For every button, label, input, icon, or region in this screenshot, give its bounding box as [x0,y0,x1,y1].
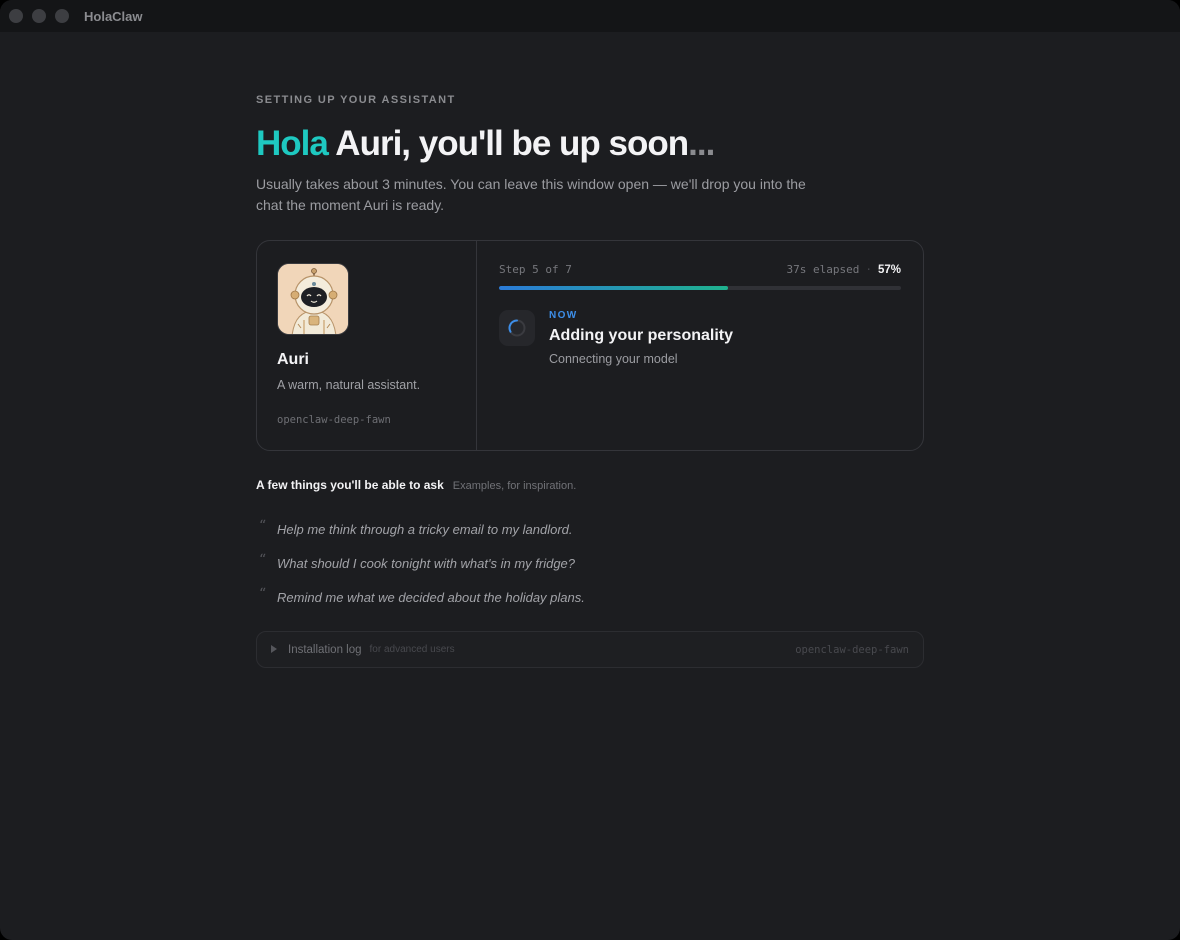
greeting-word: Hola [256,124,329,163]
examples-list: “ Help me think through a tricky email t… [256,512,585,614]
agent-name: Auri [277,351,309,368]
installation-log-hint: for advanced users [369,644,455,655]
close-window-button[interactable] [9,9,23,23]
eyebrow-label: SETTING UP YOUR ASSISTANT [256,94,456,106]
progress-stats: 37s elapsed · 57% [786,263,901,276]
progress-bar-fill [499,286,729,290]
progress-panel: Step 5 of 7 37s elapsed · 57% NOW Adding… [477,241,923,450]
agent-panel: Auri A warm, natural assistant. openclaw… [257,241,477,450]
disclosure-triangle-icon [271,644,288,655]
separator-dot: · [865,263,872,276]
agent-description: A warm, natural assistant. [277,378,421,392]
agent-id: openclaw-deep-fawn [277,414,391,426]
examples-subtitle: Examples, for inspiration. [452,480,577,492]
example-prompt: Help me think through a tricky email to … [277,521,573,537]
progress-bar [499,286,901,290]
list-item: “ Help me think through a tricky email t… [256,512,585,546]
list-item: “ What should I cook tonight with what's… [256,546,585,580]
page-title: Hola Auri, you'll be up soon... [256,124,924,164]
minimize-window-button[interactable] [32,9,46,23]
app-window: HolaClaw SETTING UP YOUR ASSISTANT Hola … [0,0,1180,940]
installation-log-toggle[interactable]: Installation log for advanced users open… [256,631,924,668]
quote-icon: “ [259,552,267,568]
headline-text: Auri, you'll be up soon [335,124,689,163]
window-controls [9,9,69,23]
robot-astronaut-avatar [277,263,349,335]
app-title: HolaClaw [84,8,143,24]
installation-log-label: Installation log [288,643,362,656]
example-prompt: What should I cook tonight with what's i… [277,555,576,571]
zoom-window-button[interactable] [55,9,69,23]
step-counter: Step 5 of 7 [499,263,572,276]
headline-ellipsis: ... [688,124,715,163]
main-content: SETTING UP YOUR ASSISTANT Hola Auri, you… [256,94,924,668]
current-step-title: Adding your personality [549,327,734,344]
spinner-icon [499,310,535,346]
installation-log-id: openclaw-deep-fawn [795,643,909,656]
example-prompt: Remind me what we decided about the holi… [277,589,585,605]
examples-header: A few things you'll be able to ask Examp… [256,478,576,492]
progress-percent: 57% [877,263,901,276]
step-row: Step 5 of 7 37s elapsed · 57% [499,263,901,276]
current-step-detail: Connecting your model [549,352,678,366]
quote-icon: “ [259,586,267,602]
setup-card: Auri A warm, natural assistant. openclaw… [256,240,924,451]
examples-title: A few things you'll be able to ask [256,478,444,492]
current-step: NOW Adding your personality Connecting y… [499,310,901,366]
title-bar: HolaClaw [0,0,1180,32]
quote-icon: “ [259,518,267,534]
now-label: NOW [549,310,578,321]
elapsed-time: 37s elapsed [786,263,860,276]
page-subtitle: Usually takes about 3 minutes. You can l… [256,176,806,213]
list-item: “ Remind me what we decided about the ho… [256,580,585,614]
